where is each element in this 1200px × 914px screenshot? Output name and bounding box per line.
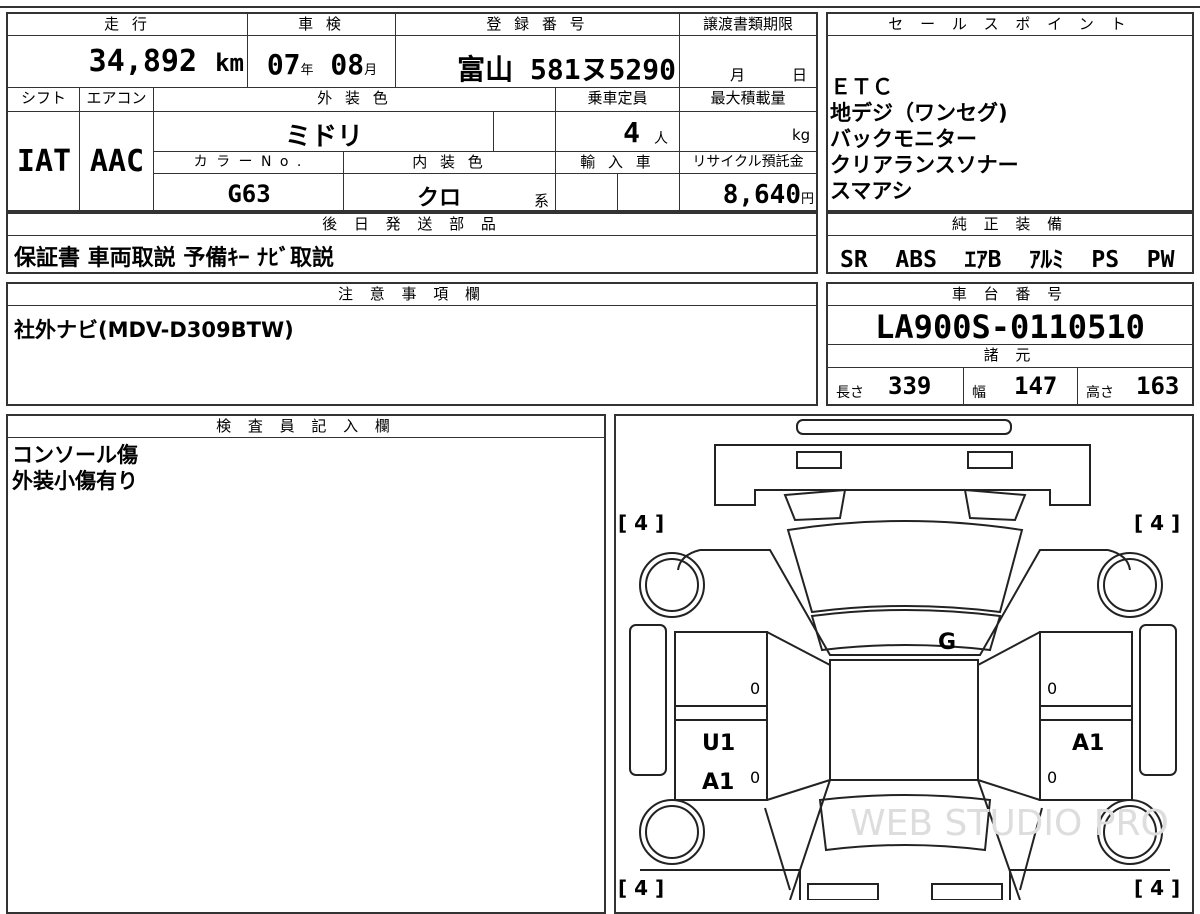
inspector-note-line: コンソール傷 [12, 443, 138, 467]
color-no-label: カ ラ ー N o . [154, 152, 344, 174]
later-parts-label: 後 日 発 送 部 品 [8, 214, 816, 236]
mileage-unit: km [215, 49, 244, 77]
tire-rear-right: [ 4 ] [1134, 876, 1180, 900]
height-label: 高さ [1086, 385, 1114, 401]
inspection-value: 07年 08月 [250, 48, 394, 81]
damage-mark-left-door-2: A1 [702, 770, 734, 795]
inspection-month-unit: 月 [364, 63, 378, 78]
damage-mark-right-door: A1 [1072, 731, 1104, 756]
transfer-month: 月 [730, 66, 746, 84]
mileage-label: 走 行 [8, 14, 248, 36]
car-diagram: WEB STUDIO PRO [ 4 ] [ 4 ] [ 4 ] [ 4 ] G… [618, 419, 1180, 900]
ext-color-extra-cell [494, 112, 556, 152]
inspector-note-line: 外装小傷有り [12, 469, 138, 493]
inspection-label: 車 検 [248, 14, 396, 36]
shift-value: IAT [16, 144, 72, 179]
aircon-label: エアコン [80, 88, 154, 112]
watermark-text: WEB STUDIO PRO [850, 803, 1169, 844]
height-cell: 高さ 163 [1078, 368, 1192, 404]
registration-value: 富山 581ヌ5290 [457, 53, 676, 86]
import-cell-a [556, 174, 618, 212]
mileage-number: 34,892 [88, 44, 198, 79]
damage-mark-roof: G [938, 630, 956, 655]
import-cell-b [618, 174, 680, 212]
top-cropped-strip [0, 0, 1200, 8]
sales-point-item: 地デジ（ワンセグ) [830, 101, 1008, 125]
genuine-equipment-label: 純 正 装 備 [828, 214, 1192, 236]
max-load-label: 最大積載量 [680, 88, 816, 112]
sales-point-item: バックモニター [830, 127, 977, 151]
notes-value: 社外ナビ(MDV-D309BTW) [14, 318, 294, 342]
height-value: 163 [1136, 372, 1180, 400]
color-no-value: G63 [227, 180, 271, 208]
capacity-label: 乗車定員 [556, 88, 680, 112]
recycle-unit: 円 [800, 192, 814, 207]
tire-rear-left: [ 4 ] [618, 876, 664, 900]
tire-front-right: [ 4 ] [1134, 511, 1180, 535]
ext-color-value: ミドリ [284, 122, 363, 152]
ext-color-label: 外 装 色 [154, 88, 556, 112]
length-cell: 長さ 339 [828, 368, 964, 404]
recycle-amount: 8,640 [722, 180, 801, 210]
length-value: 339 [888, 372, 932, 400]
tire-front-left: [ 4 ] [618, 511, 664, 535]
width-cell: 幅 147 [964, 368, 1078, 404]
max-load-unit: kg [792, 126, 811, 144]
dimensions-row: 長さ 339 幅 147 高さ 163 [828, 368, 1192, 404]
aircon-value: AAC [89, 144, 145, 179]
shift-label: シフト [8, 88, 80, 112]
length-label: 長さ [836, 385, 864, 401]
recycle-value: 8,640円 [680, 180, 814, 210]
registration-label: 登 録 番 号 [396, 14, 680, 36]
sales-points-label: セ ー ル ス ポ イ ン ト [828, 14, 1192, 36]
import-label: 輸 入 車 [556, 152, 680, 174]
int-color-suffix: 系 [534, 192, 550, 210]
dimensions-label: 諸 元 [828, 344, 1192, 368]
damage-mark-left-door-1: U1 [702, 731, 735, 756]
sales-point-item: スマアシ [830, 179, 913, 203]
later-parts-value: 保証書 車両取説 予備ｷｰ ﾅﾋﾞ取説 [14, 246, 334, 271]
inspector-label: 検 査 員 記 入 欄 [8, 416, 604, 438]
door-zero-mark: 0 [750, 768, 760, 787]
genuine-equipment-value: SR ABS ｴｱB ｱﾙﾐ PS PW [840, 247, 1175, 273]
door-zero-mark: 0 [1047, 768, 1057, 787]
int-color-value: クロ [416, 186, 461, 211]
chassis-value: LA900S-0110510 [875, 308, 1145, 346]
inspection-year: 07 [266, 48, 301, 81]
sales-point-item: ＥＴＣ [830, 75, 893, 99]
capacity-unit: 人 [654, 131, 668, 147]
width-value: 147 [1014, 372, 1058, 400]
mileage-value: 34,892 km [8, 44, 244, 79]
capacity-value: 4 [623, 116, 640, 149]
door-zero-mark: 0 [750, 679, 760, 698]
door-zero-mark: 0 [1047, 679, 1057, 698]
inspector-notes: コンソール傷 外装小傷有り [12, 442, 138, 494]
width-label: 幅 [972, 385, 986, 401]
transfer-deadline-label: 譲渡書類期限 [680, 14, 816, 36]
inspection-month: 08 [330, 48, 365, 81]
int-color-label: 内 装 色 [344, 152, 556, 174]
chassis-label: 車 台 番 号 [828, 284, 1192, 306]
inspection-year-unit: 年 [300, 63, 314, 78]
sales-points-list: ＥＴＣ 地デジ（ワンセグ) バックモニター クリアランスソナー スマアシ [830, 74, 1019, 204]
recycle-label: リサイクル預託金 [680, 152, 816, 174]
notes-label: 注 意 事 項 欄 [8, 284, 816, 306]
transfer-day: 日 [792, 66, 808, 84]
sales-point-item: クリアランスソナー [830, 153, 1019, 177]
